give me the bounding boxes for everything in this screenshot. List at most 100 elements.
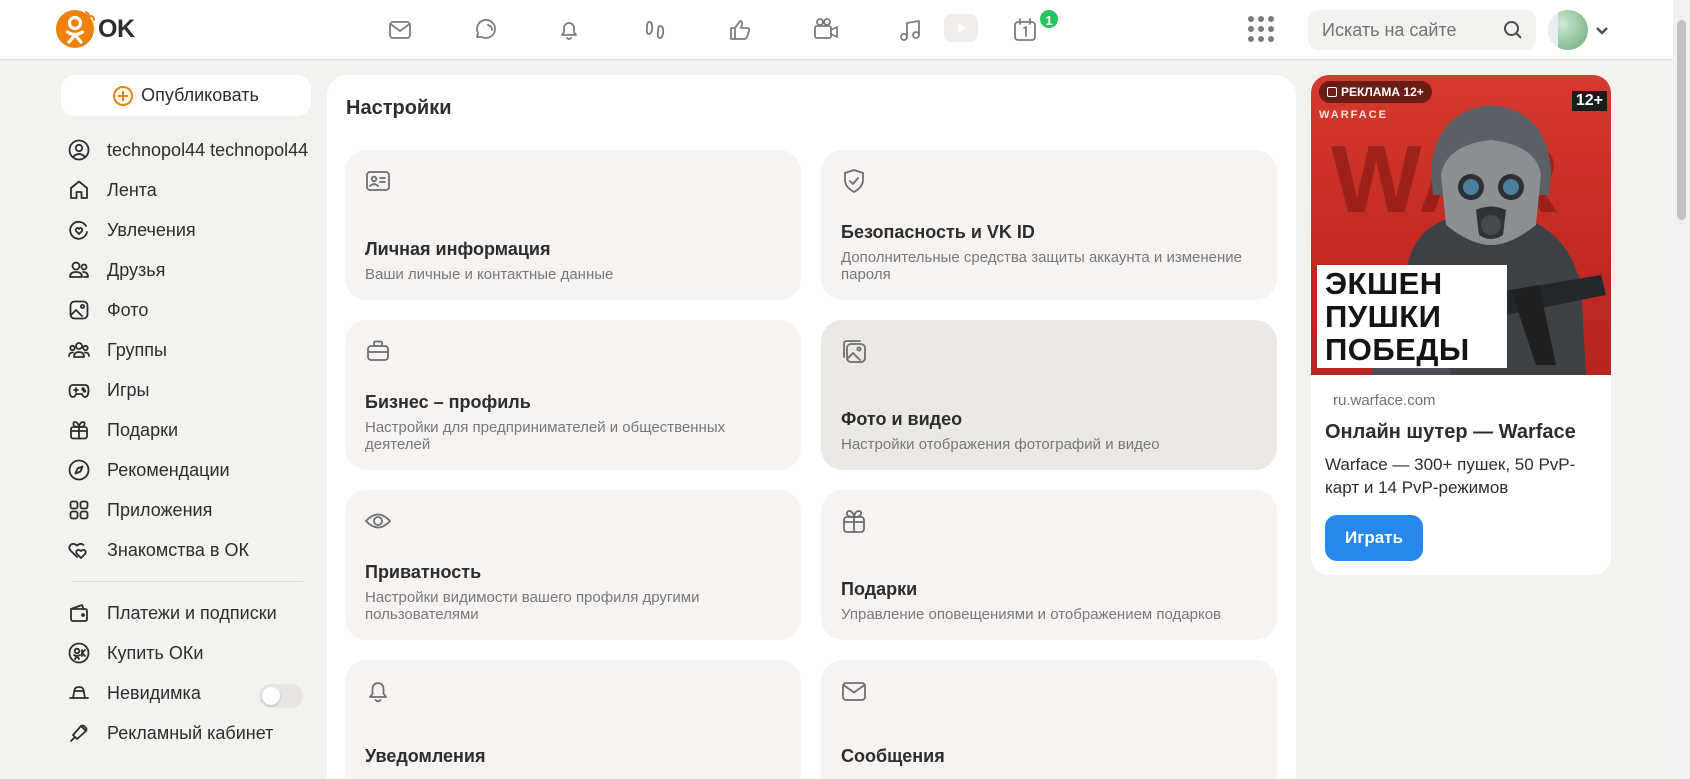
sidebar-item-photo[interactable]: Фото [61,290,311,330]
ad-play-button[interactable]: Играть [1325,515,1423,561]
friends-icon [67,258,91,282]
card-title: Уведомления [365,746,486,766]
sidebar-item-label: Приложения [107,499,213,520]
bell-icon [363,676,393,706]
id-card-icon [363,166,393,196]
card-title: Бизнес – профиль [365,392,531,412]
guests-icon[interactable] [639,14,671,46]
page-title: Настройки [346,97,452,119]
music-icon[interactable] [894,14,926,46]
card-title: Сообщения [841,746,945,766]
settings-card-notifications[interactable]: Уведомления [345,660,801,779]
gallery-icon [839,336,869,366]
settings-card-security[interactable]: Безопасность и VK ID Дополнительные сред… [821,150,1277,300]
sidebar-item-label: Друзья [107,259,166,280]
top-bar: OK 1 [0,0,1690,60]
sidebar-item-games[interactable]: Игры [61,370,311,410]
card-title: Фото и видео [841,409,963,429]
sidebar-item-payments[interactable]: Платежи и подписки [61,593,311,633]
settings-card-privacy[interactable]: Приватность Настройки видимости вашего п… [345,490,801,640]
sidebar-item-recommendations[interactable]: Рекомендации [61,450,311,490]
ad-slogan: ЭКШЕН ПУШКИ ПОБЕДЫ [1317,265,1507,368]
ok-logo-icon [56,10,95,48]
wallet-icon [67,601,91,625]
apps-icon [67,498,91,522]
scrollbar-thumb[interactable] [1677,20,1686,220]
photo-icon [67,298,91,322]
ok-logo[interactable]: OK [54,8,135,50]
user-avatar[interactable] [1548,10,1588,50]
bell-icon[interactable] [553,14,585,46]
sidebar-item-feed[interactable]: Лента [61,170,311,210]
shield-check-icon [839,166,869,196]
invisible-toggle[interactable] [259,684,303,708]
publish-label: Опубликовать [141,85,259,105]
page-scrollbar[interactable] [1673,0,1690,779]
settings-card-business-profile[interactable]: Бизнес – профиль Настройки для предприни… [345,320,801,470]
plus-icon [113,85,134,106]
left-sidebar: technopol44 technopol44 Лента Увлечения … [61,130,311,753]
search-icon[interactable] [1502,19,1524,41]
sidebar-item-gifts[interactable]: Подарки [61,410,311,450]
sidebar-item-label: Игры [107,379,150,400]
gamepad-icon [67,378,91,402]
ad-title[interactable]: Онлайн шутер — Warface [1325,421,1576,444]
calendar-icon[interactable] [1009,14,1041,46]
sidebar-item-dating[interactable]: Знакомства в ОК [61,530,311,570]
search-input[interactable] [1322,19,1492,41]
discussions-icon[interactable] [469,14,501,46]
profile-icon [67,138,91,162]
notification-badge: 1 [1038,8,1060,30]
sidebar-item-friends[interactable]: Друзья [61,250,311,290]
sidebar-item-ad-cabinet[interactable]: Рекламный кабинет [61,713,311,753]
chevron-down-icon[interactable] [1594,22,1610,38]
ad-banner-image[interactable]: WAR РЕКЛАМА 12+ WARFACE 12+ ЭКШЕН ПУШКИ … [1311,75,1611,375]
settings-card-messages[interactable]: Сообщения [821,660,1277,779]
logo-text: OK [98,14,135,43]
ad-age-rating: 12+ [1571,91,1607,111]
sidebar-item-label: Платежи и подписки [107,602,277,623]
sidebar-item-label: Рекомендации [107,459,230,480]
like-icon[interactable] [724,14,756,46]
briefcase-icon [363,336,393,366]
sidebar-item-invisible: Невидимка [61,673,311,713]
coin-icon [67,641,91,665]
card-description: Ваши личные и контактные данные [365,266,614,283]
publish-button[interactable]: Опубликовать [61,75,311,116]
groups-icon [67,338,91,362]
sidebar-item-label: Группы [107,339,167,360]
video-play-icon[interactable] [944,14,978,42]
card-description: Настройки для предпринимателей и обществ… [365,419,726,453]
sidebar-item-label: Увлечения [107,219,196,240]
card-title: Безопасность и VK ID [841,222,1035,242]
sidebar-item-label: Подарки [107,419,179,440]
compass-icon [67,458,91,482]
settings-card-personal-info[interactable]: Личная информация Ваши личные и контактн… [345,150,801,300]
sidebar-item-buy-oks[interactable]: Купить ОКи [61,633,311,673]
sidebar-item-label: Фото [107,299,149,320]
settings-card-photo-video[interactable]: Фото и видео Настройки отображения фотог… [821,320,1277,470]
sidebar-item-hobbies[interactable]: Увлечения [61,210,311,250]
card-title: Приватность [365,562,482,582]
video-camera-icon[interactable] [810,14,842,46]
search-box [1308,10,1536,50]
ad-text: Warface — 300+ пушек, 50 PvP-карт и 14 P… [1325,455,1576,497]
ad-brand-logo: WARFACE [1319,109,1388,121]
sidebar-item-profile[interactable]: technopol44 technopol44 [61,130,311,170]
gift-icon [839,506,869,536]
hobby-icon [67,218,91,242]
card-description: Настройки видимости вашего профиля други… [365,589,700,623]
card-description: Управление оповещениями и отображением п… [841,606,1222,623]
settings-card-gifts[interactable]: Подарки Управление оповещениями и отобра… [821,490,1277,640]
sidebar-item-groups[interactable]: Группы [61,330,311,370]
ad-domain[interactable]: ru.warface.com [1333,392,1436,409]
mail-icon[interactable] [384,14,416,46]
sidebar-item-label: Знакомства в ОК [107,539,249,560]
sidebar-item-label: Лента [107,179,157,200]
home-icon [67,178,91,202]
apps-grid-icon[interactable] [1248,16,1274,42]
eye-icon [363,506,393,536]
sidebar-item-apps[interactable]: Приложения [61,490,311,530]
sidebar-item-label: technopol44 technopol44 [107,139,309,160]
sidebar-item-label: Рекламный кабинет [107,722,274,743]
